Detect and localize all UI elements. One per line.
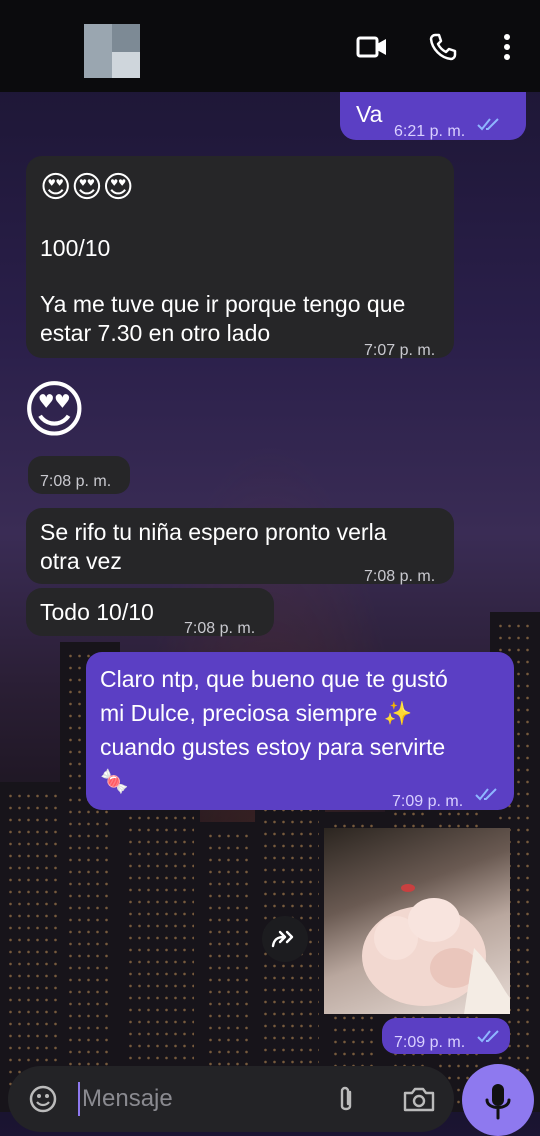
message-time: 7:08 p. m. [364,568,436,585]
microphone-icon [485,1084,511,1120]
message-incoming[interactable]: Todo 10/10 7:08 p. m. [26,588,274,637]
message-time: 7:08 p. m. [40,473,112,490]
message-input-bar: Mensaje [8,1066,454,1132]
forward-button[interactable] [262,916,308,962]
text-cursor [78,1082,80,1116]
message-text: 100/10 [40,235,111,261]
chat-header [0,0,540,92]
message-emojis: 😍😍😍 [40,170,134,205]
message-text: Todo 10/10 [40,599,154,625]
message-input[interactable]: Mensaje [82,1085,173,1113]
message-text: Va [356,101,383,127]
baby-fist-image [362,884,510,1014]
message-outgoing[interactable]: Claro ntp, que bueno que te gustó mi Dul… [86,652,514,810]
message-incoming[interactable]: Se rifo tu niña espero pronto verla otra… [26,508,454,585]
message-emoji: 😍 [22,373,87,446]
message-text: Se rifo tu niña espero pronto verla otra… [40,519,387,574]
message-text: Claro ntp, que bueno que te gustó mi Dul… [100,666,448,794]
video-call-icon[interactable] [355,30,389,64]
message-time-pill: 7:08 p. m. [28,456,130,494]
read-receipt-icon [477,1030,499,1043]
message-time: 7:08 p. m. [184,620,256,637]
message-time: 7:07 p. m. [364,342,436,359]
sticker-icon[interactable] [28,1084,58,1114]
message-incoming[interactable]: 😍😍😍 100/10 Ya me tuve que ir porque teng… [26,156,454,359]
message-time: 6:21 p. m. [394,123,466,140]
message-time: 7:09 p. m. [392,793,464,810]
camera-icon[interactable] [402,1084,436,1114]
message-outgoing[interactable]: Va 6:21 p. m. [340,92,526,140]
phone-icon[interactable] [426,30,460,64]
attach-icon[interactable] [334,1084,358,1116]
read-receipt-icon [477,118,499,131]
message-time-pill: 7:09 p. m. [382,1018,510,1054]
forward-icon [271,930,294,948]
voice-record-button[interactable] [462,1064,534,1136]
message-photo[interactable] [324,828,510,1014]
avatar[interactable] [84,24,140,78]
more-options-icon[interactable] [490,30,524,64]
message-emoji-only[interactable]: 😍 [22,372,102,452]
message-time: 7:09 p. m. [394,1034,466,1051]
read-receipt-icon [475,788,497,801]
message-text: Ya me tuve que ir porque tengo que estar… [40,291,406,346]
